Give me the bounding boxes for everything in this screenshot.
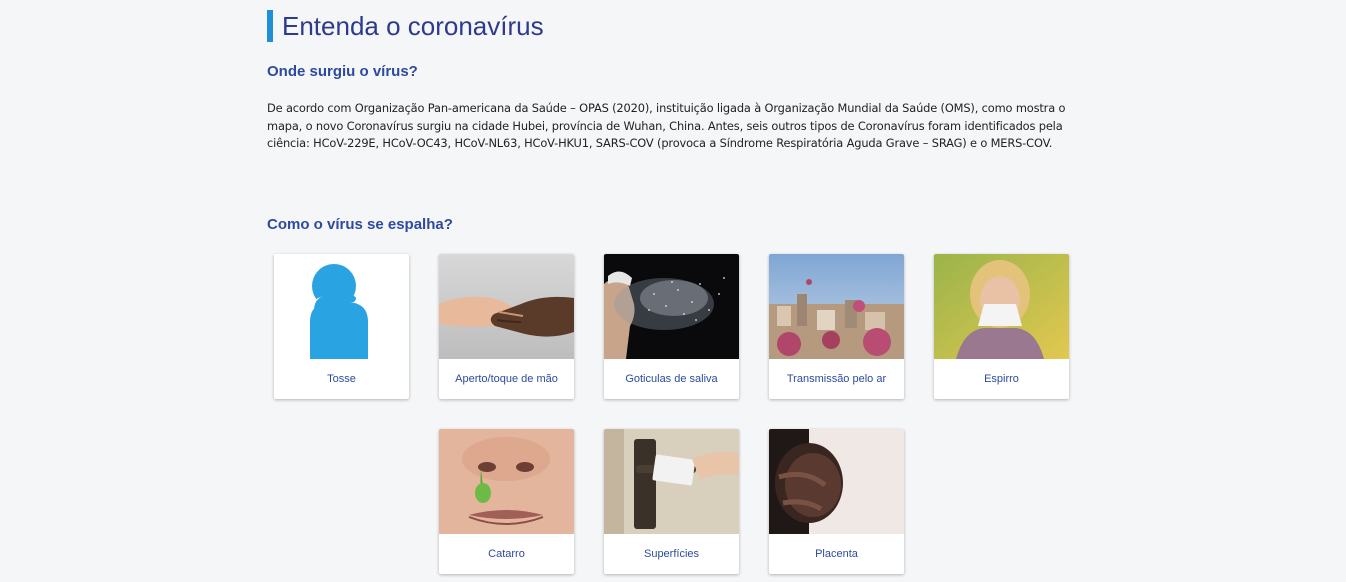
pregnancy-image (769, 429, 904, 534)
card-label: Aperto/toque de mão (455, 373, 558, 385)
card-label: Espirro (984, 373, 1019, 385)
card-espirro[interactable]: Espirro (934, 254, 1069, 399)
card-catarro[interactable]: Catarro (439, 429, 574, 574)
origin-heading: Onde surgiu o vírus? (267, 63, 418, 80)
card-label: Placenta (815, 548, 858, 560)
page: Entenda o coronavírus Onde surgiu o víru… (0, 0, 1346, 582)
card-placenta[interactable]: Placenta (769, 429, 904, 574)
airborne-city-image (769, 254, 904, 359)
card-label: Superfícies (643, 548, 700, 560)
card-aperto-mao[interactable]: Aperto/toque de mão (439, 254, 574, 399)
saliva-droplets-image (604, 254, 739, 359)
card-label: Tosse (327, 373, 356, 385)
cough-icon (274, 254, 409, 359)
card-label: Goticulas de saliva (625, 373, 718, 385)
card-tosse[interactable]: Tosse (274, 254, 409, 399)
origin-paragraph: De acordo com Organização Pan-americana … (267, 101, 1066, 150)
card-label: Transmissão pelo ar (786, 373, 887, 385)
door-handle-image (604, 429, 739, 534)
card-label: Catarro (488, 548, 525, 560)
page-title: Entenda o coronavírus (282, 11, 544, 41)
spread-heading: Como o vírus se espalha? (267, 216, 453, 233)
card-transmissao-ar[interactable]: Transmissão pelo ar (769, 254, 904, 399)
page-title-block: Entenda o coronavírus (267, 10, 544, 42)
title-accent-bar (267, 10, 273, 42)
sneeze-image (934, 254, 1069, 359)
card-goticulas[interactable]: Goticulas de saliva (604, 254, 739, 399)
mucus-image (439, 429, 574, 534)
handshake-image (439, 254, 574, 359)
card-superficies[interactable]: Superfícies (604, 429, 739, 574)
